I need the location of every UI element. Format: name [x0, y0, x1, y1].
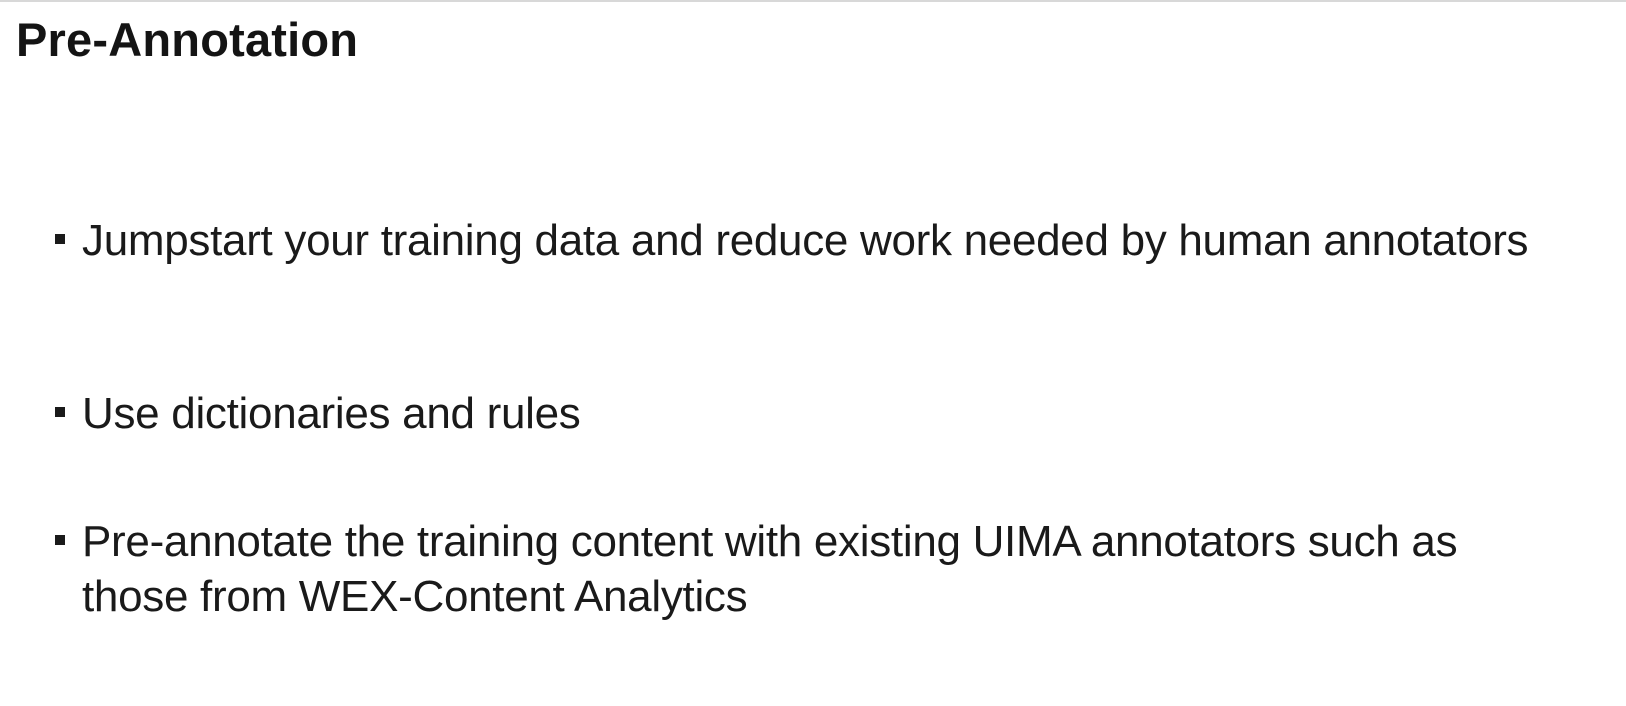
- square-bullet-icon: [55, 535, 65, 545]
- square-bullet-icon: [55, 234, 65, 244]
- square-bullet-icon: [55, 407, 65, 417]
- top-divider: [0, 0, 1626, 2]
- bullet-text: Pre-annotate the training content with e…: [82, 517, 1458, 621]
- slide-title: Pre-Annotation: [16, 13, 359, 66]
- bullet-text: Use dictionaries and rules: [82, 389, 581, 438]
- bullet-text: Jumpstart your training data and reduce …: [82, 216, 1529, 265]
